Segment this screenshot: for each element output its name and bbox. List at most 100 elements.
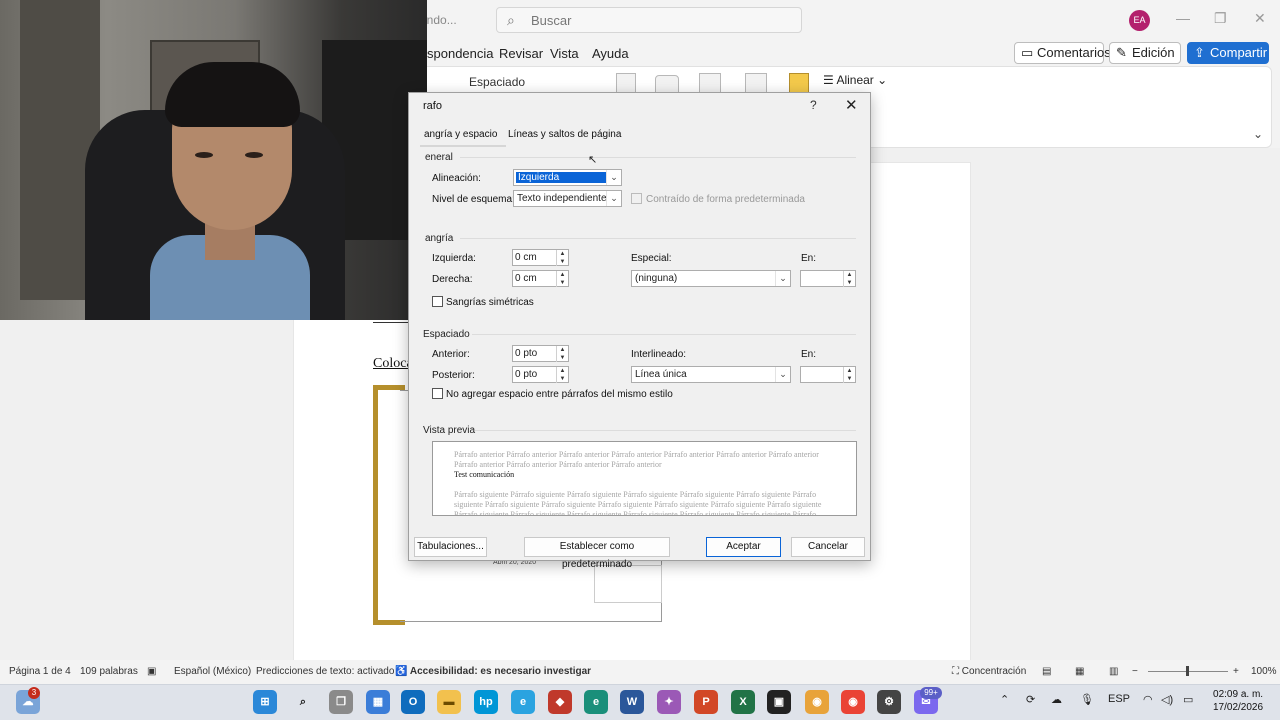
chevron-down-icon: ⌄ <box>606 191 621 206</box>
line-spacing-select[interactable]: Línea única ⌄ <box>631 366 791 383</box>
comments-button[interactable]: ▭ Comentarios <box>1014 42 1111 64</box>
line-spacing-at-input[interactable]: ▲ ▼ <box>800 366 856 383</box>
start-icon[interactable]: ⊞ <box>253 690 277 714</box>
search-placeholder: Buscar <box>531 13 572 28</box>
spin-up-icon[interactable]: ▲ <box>556 250 568 258</box>
document-heading: Coloca <box>373 356 413 371</box>
share-button[interactable]: ⇪ Compartir <box>1187 42 1269 64</box>
chrome-icon[interactable]: ◉ <box>805 690 829 714</box>
wifi-icon[interactable]: ◠ <box>1143 693 1153 706</box>
settings-icon[interactable]: ⚙ <box>877 690 901 714</box>
microphone-icon[interactable]: 🎙 <box>1080 693 1094 706</box>
spin-up-icon[interactable]: ▲ <box>556 271 568 279</box>
alignment-select[interactable]: Izquierda ⌄ <box>513 169 622 186</box>
chevron-down-icon: ⌄ <box>775 271 790 286</box>
spin-up-icon[interactable]: ▲ <box>556 346 568 354</box>
focus-mode[interactable]: ⛶ Concentración <box>952 666 1026 677</box>
chrome-profile-icon[interactable]: ◉ <box>841 690 865 714</box>
zoom-in-icon[interactable]: + <box>1233 666 1239 677</box>
outlook-icon[interactable]: O <box>401 690 425 714</box>
dialog-close-button[interactable]: ✕ <box>845 96 858 114</box>
spacing-section-title: Espaciado <box>423 329 470 340</box>
selection-pane-icon[interactable] <box>789 73 809 93</box>
read-mode-icon[interactable]: ▤ <box>1042 666 1051 677</box>
proofing-icon[interactable]: ▣ <box>147 666 156 677</box>
indent-left-input[interactable]: 0 cm ▲ ▼ <box>512 249 569 266</box>
no-space-same-style-checkbox[interactable] <box>432 388 443 399</box>
spin-down-icon[interactable]: ▼ <box>843 375 855 383</box>
ok-button[interactable]: Aceptar <box>706 537 781 557</box>
minimize-icon[interactable]: — <box>1176 10 1190 26</box>
file-explorer-icon[interactable]: ▬ <box>437 690 461 714</box>
onedrive-icon[interactable]: ☁ <box>1051 693 1062 706</box>
spin-down-icon[interactable]: ▼ <box>556 354 568 362</box>
hp-icon[interactable]: hp <box>474 690 498 714</box>
cancel-button[interactable]: Cancelar <box>791 537 865 557</box>
security-icon[interactable]: ◆ <box>548 690 572 714</box>
spin-down-icon[interactable]: ▼ <box>556 279 568 287</box>
menu-ayuda[interactable]: Ayuda <box>592 46 629 61</box>
mirror-indents-checkbox[interactable] <box>432 296 443 307</box>
indent-by-input[interactable]: ▲ ▼ <box>800 270 856 287</box>
outline-level-select[interactable]: Texto independiente ⌄ <box>513 190 622 207</box>
search-box[interactable]: ⌕ Buscar <box>496 7 802 33</box>
edge-icon[interactable]: e <box>511 690 535 714</box>
tabs-button[interactable]: Tabulaciones... <box>414 537 487 557</box>
user-avatar[interactable]: EA <box>1129 10 1150 31</box>
text-predictions-status[interactable]: Predicciones de texto: activado <box>256 666 394 677</box>
help-button[interactable]: ? <box>810 98 817 112</box>
search-icon: ⌕ <box>507 12 515 28</box>
spin-up-icon[interactable]: ▲ <box>843 367 855 375</box>
ribbon-collapse-icon[interactable]: ⌄ <box>1253 127 1263 141</box>
volume-icon[interactable]: ◁) <box>1161 693 1173 706</box>
webcam-overlay <box>0 0 427 320</box>
webcam-eye-left <box>195 152 213 158</box>
outline-level-label: Nivel de esquema: <box>432 194 515 205</box>
word-icon[interactable]: W <box>620 690 644 714</box>
system-clock[interactable]: 02:09 a. m. 17/02/2026 <box>1213 688 1263 714</box>
spin-up-icon[interactable]: ▲ <box>556 367 568 375</box>
menu-revisar[interactable]: Revisar <box>499 46 543 61</box>
spin-down-icon[interactable]: ▼ <box>556 258 568 266</box>
section-divider <box>472 334 856 335</box>
terminal-icon[interactable]: ▣ <box>767 690 791 714</box>
powerpoint-icon[interactable]: P <box>694 690 718 714</box>
spin-up-icon[interactable]: ▲ <box>843 271 855 279</box>
page-count[interactable]: Página 1 de 4 <box>9 666 71 677</box>
accessibility-status[interactable]: ♿ Accesibilidad: es necesario investigar <box>395 666 591 677</box>
language-status[interactable]: Español (México) <box>174 666 251 677</box>
zoom-slider-thumb[interactable] <box>1186 666 1189 676</box>
task-view-icon[interactable]: ❐ <box>329 690 353 714</box>
input-language[interactable]: ESP <box>1108 693 1130 705</box>
spin-down-icon[interactable]: ▼ <box>843 279 855 287</box>
special-indent-select[interactable]: (ninguna) ⌄ <box>631 270 791 287</box>
battery-icon[interactable]: ▭ <box>1183 693 1193 706</box>
edge-dev-icon[interactable]: e <box>584 690 608 714</box>
tray-overflow-icon[interactable]: ⌃ <box>1000 693 1009 706</box>
indent-right-input[interactable]: 0 cm ▲ ▼ <box>512 270 569 287</box>
spacing-before-input[interactable]: 0 pto ▲ ▼ <box>512 345 569 362</box>
set-default-button[interactable]: Establecer como predeterminado <box>524 537 670 570</box>
spacing-after-input[interactable]: 0 pto ▲ ▼ <box>512 366 569 383</box>
tab-line-page-breaks[interactable]: Líneas y saltos de página <box>508 129 621 140</box>
widgets-icon[interactable]: ▦ <box>366 690 390 714</box>
sync-icon[interactable]: ⟳ <box>1026 693 1035 706</box>
align-button[interactable]: ☰ Alinear ⌄ <box>823 73 887 87</box>
restore-icon[interactable]: ❐ <box>1214 10 1227 27</box>
collapsed-by-default-checkbox[interactable] <box>631 193 642 204</box>
word-count[interactable]: 109 palabras <box>80 666 138 677</box>
excel-icon[interactable]: X <box>731 690 755 714</box>
close-window-icon[interactable]: ✕ <box>1254 10 1266 27</box>
general-section-title: eneral <box>425 152 453 163</box>
spin-down-icon[interactable]: ▼ <box>556 375 568 383</box>
copilot-icon[interactable]: ✦ <box>657 690 681 714</box>
zoom-out-icon[interactable]: − <box>1132 666 1138 677</box>
search-taskbar-icon[interactable]: ⌕ <box>291 690 315 714</box>
menu-correspondencia[interactable]: spondencia <box>427 46 494 61</box>
edit-mode-button[interactable]: ✎Edición ⌄ <box>1109 42 1181 75</box>
web-layout-icon[interactable]: ▥ <box>1109 666 1118 677</box>
menu-vista[interactable]: Vista <box>550 46 579 61</box>
tab-indent-spacing[interactable]: angría y espacio <box>424 129 497 140</box>
zoom-level[interactable]: 100% <box>1251 666 1277 677</box>
print-layout-icon[interactable]: ▦ <box>1075 666 1084 677</box>
